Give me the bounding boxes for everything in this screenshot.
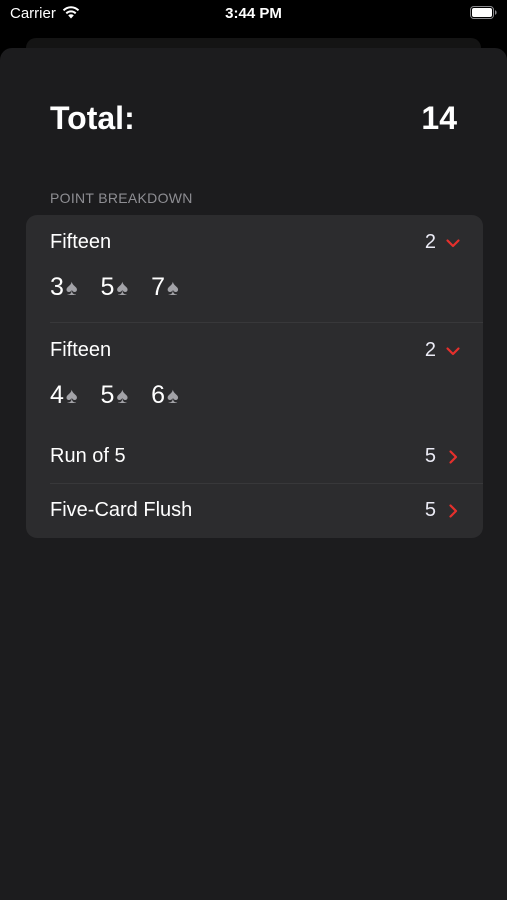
- breakdown-row-points: 2: [424, 339, 436, 361]
- playing-card: 5♠: [100, 381, 129, 409]
- battery-icon: [470, 6, 497, 19]
- status-time: 3:44 PM: [225, 5, 282, 22]
- spade-icon: ♠: [116, 383, 129, 408]
- spade-icon: ♠: [65, 383, 78, 408]
- playing-card: 3♠: [50, 273, 78, 301]
- spade-icon: ♠: [65, 275, 78, 300]
- breakdown-row-title: Fifteen: [50, 339, 112, 361]
- breakdown-row-title: Run of 5: [50, 445, 126, 467]
- status-bar: Carrier 3:44 PM: [0, 0, 507, 32]
- breakdown-row-points: 2: [424, 231, 436, 253]
- playing-card: 5♠: [100, 273, 129, 301]
- playing-card: 7♠: [151, 273, 179, 301]
- spade-icon: ♠: [116, 275, 129, 300]
- breakdown-row-run[interactable]: Run of 5 5: [26, 430, 483, 483]
- total-label: Total:: [50, 100, 135, 136]
- breakdown-row-fifteen-1[interactable]: Fifteen 2 3♠ 5♠ 7♠: [26, 215, 483, 322]
- breakdown-row-flush[interactable]: Five-Card Flush 5: [26, 484, 483, 538]
- card-combination: 3♠ 5♠ 7♠: [50, 273, 195, 302]
- chevron-down-icon[interactable]: [445, 343, 461, 359]
- playing-card: 6♠: [151, 381, 179, 409]
- card-combination: 4♠ 5♠ 6♠: [50, 381, 195, 410]
- spade-icon: ♠: [167, 383, 179, 408]
- total-value: 14: [421, 100, 457, 136]
- chevron-right-icon[interactable]: [445, 449, 461, 465]
- point-breakdown-list: Fifteen 2 3♠ 5♠ 7♠ Fifteen 2 4♠ 5♠ 6♠ Ru…: [26, 215, 483, 538]
- breakdown-row-title: Fifteen: [50, 231, 112, 253]
- section-header: POINT BREAKDOWN: [50, 190, 193, 206]
- spade-icon: ♠: [167, 275, 179, 300]
- total-row: Total: 14: [50, 100, 457, 140]
- chevron-right-icon[interactable]: [445, 503, 461, 519]
- breakdown-row-points: 5: [424, 499, 436, 521]
- breakdown-row-title: Five-Card Flush: [50, 499, 193, 521]
- breakdown-row-fifteen-2[interactable]: Fifteen 2 4♠ 5♠ 6♠: [26, 323, 483, 430]
- chevron-down-icon[interactable]: [445, 235, 461, 251]
- breakdown-row-points: 5: [424, 445, 436, 467]
- playing-card: 4♠: [50, 381, 78, 409]
